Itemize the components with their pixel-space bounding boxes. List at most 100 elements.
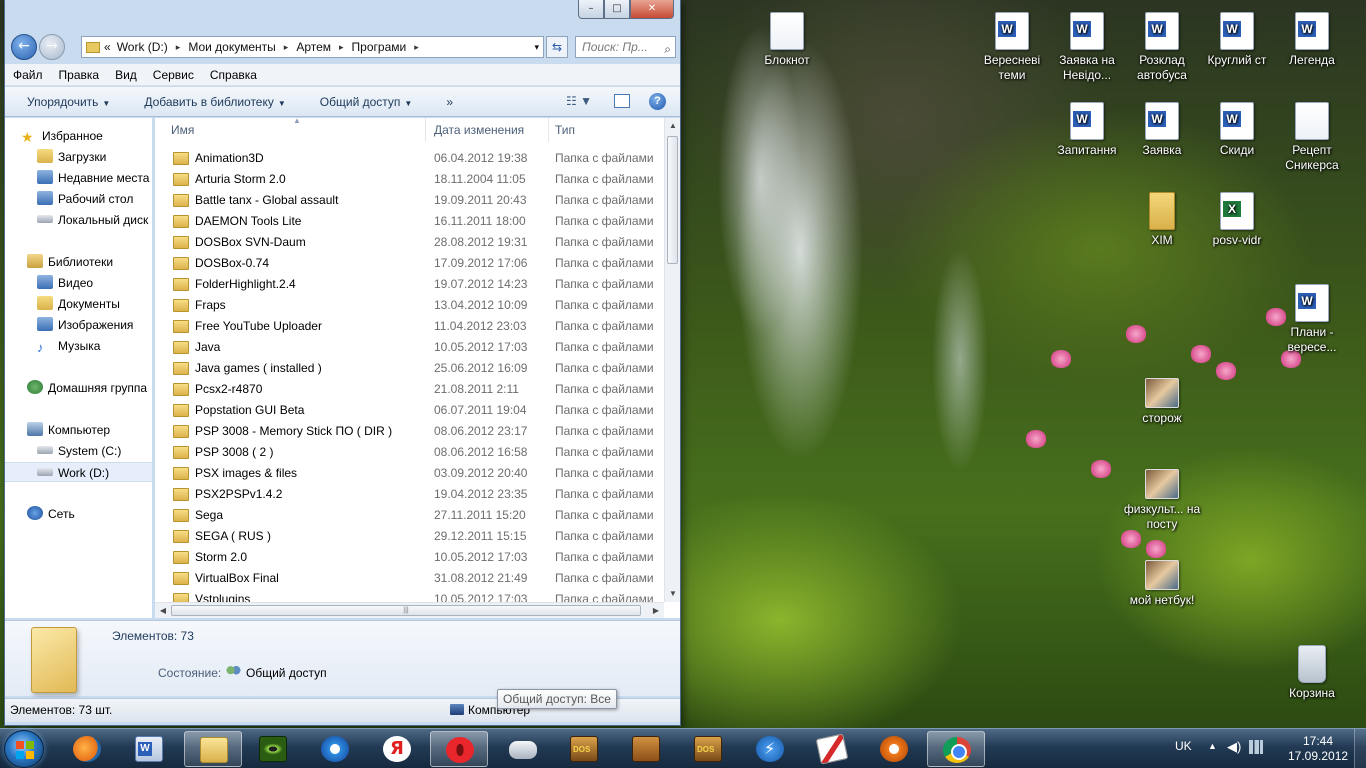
desktop-icon-photo[interactable]: сторож xyxy=(1123,378,1201,426)
file-row[interactable]: Arturia Storm 2.0 18.11.2004 11:05 Папка с… xyxy=(155,169,664,190)
breadcrumb-item[interactable]: Мои документы xyxy=(182,40,281,54)
forward-button[interactable]: → xyxy=(39,34,65,60)
show-desktop-button[interactable] xyxy=(1354,729,1366,768)
file-row[interactable]: PSP 3008 ( 2 ) 08.06.2012 16:58 Папка с фа… xyxy=(155,442,664,463)
back-button[interactable]: ← xyxy=(11,34,37,60)
desktop-icon-doc[interactable]: Заявка на Невідо... xyxy=(1048,12,1126,83)
desktop-icon-doc[interactable]: Легенда xyxy=(1273,12,1351,68)
file-row[interactable]: DAEMON Tools Lite 16.11.2011 18:00 Папка с… xyxy=(155,211,664,232)
nav-images[interactable]: Изображения xyxy=(5,315,152,335)
taskbar-button[interactable] xyxy=(184,731,242,767)
scroll-right-icon[interactable]: ▶ xyxy=(648,603,664,618)
nav-recent-places[interactable]: Недавние места xyxy=(5,168,152,188)
address-bar[interactable]: « Work (D:) ▸ Мои документы ▸ Артем ▸ Пр… xyxy=(81,36,544,58)
file-row[interactable]: Battle tanx - Global assault 19.09.2011 2… xyxy=(155,190,664,211)
scrollbar-thumb[interactable]: ||| xyxy=(171,605,641,616)
nav-downloads[interactable]: Загрузки xyxy=(5,147,152,167)
breadcrumb-item[interactable]: Програми xyxy=(346,40,413,54)
file-row[interactable]: Storm 2.0 10.05.2012 17:03 Папка с файлами xyxy=(155,547,664,568)
taskbar-button[interactable] xyxy=(368,731,426,767)
nav-homegroup[interactable]: Домашняя группа xyxy=(5,378,152,398)
nav-desktop[interactable]: Рабочий стол xyxy=(5,189,152,209)
help-button[interactable]: ? xyxy=(649,93,666,110)
volume-icon[interactable]: ◀) xyxy=(1227,739,1241,755)
file-row[interactable]: Free YouTube Uploader 11.04.2012 23:03 Пап… xyxy=(155,316,664,337)
change-view-button[interactable]: ☷ ▼ xyxy=(566,94,592,108)
taskbar-button[interactable] xyxy=(803,731,861,767)
desktop-icon-doc[interactable]: Вересневі теми xyxy=(973,12,1051,83)
desktop-icon-photo[interactable]: физкульт... на посту xyxy=(1123,469,1201,532)
network-status-icon[interactable] xyxy=(1249,740,1263,754)
file-row[interactable]: FolderHighlight.2.4 19.07.2012 14:23 Папка… xyxy=(155,274,664,295)
search-input[interactable]: Поиск: Пр... ⌕ xyxy=(575,36,676,58)
desktop-icon-spreadsheet[interactable]: posv-vidr xyxy=(1198,192,1276,248)
scroll-down-icon[interactable]: ▼ xyxy=(665,586,680,602)
horizontal-scrollbar[interactable]: ◀ ||| ▶ xyxy=(155,602,664,618)
show-hidden-icons-icon[interactable]: ▲ xyxy=(1208,741,1217,751)
taskbar-button[interactable] xyxy=(927,731,985,767)
column-header-type[interactable]: Тип xyxy=(555,123,575,137)
language-indicator[interactable]: UK xyxy=(1175,739,1192,753)
desktop-icon-text[interactable]: Рецепт Сникерса xyxy=(1273,102,1351,173)
taskbar-button[interactable] xyxy=(120,731,178,767)
desktop-icon-doc[interactable]: Скиди xyxy=(1198,102,1276,158)
taskbar-button[interactable] xyxy=(555,731,613,767)
organize-button[interactable]: Упорядочить ▼ xyxy=(15,95,122,109)
vertical-scrollbar[interactable]: ▲ ▼ xyxy=(664,118,680,602)
nav-libraries[interactable]: Библиотеки xyxy=(5,252,152,272)
menu-edit[interactable]: Правка xyxy=(51,68,108,82)
breadcrumb-overflow[interactable]: « xyxy=(104,40,111,54)
desktop-icon-notepad[interactable]: Блокнот xyxy=(748,12,826,68)
breadcrumb-item[interactable]: Work (D:) xyxy=(111,40,174,54)
menu-view[interactable]: Вид xyxy=(107,68,145,82)
preview-pane-button[interactable] xyxy=(614,94,630,108)
search-icon[interactable]: ⌕ xyxy=(664,39,671,59)
taskbar-button[interactable] xyxy=(865,731,923,767)
file-row[interactable]: PSX images & files 03.09.2012 20:40 Папка … xyxy=(155,463,664,484)
start-button[interactable] xyxy=(4,730,44,768)
scroll-up-icon[interactable]: ▲ xyxy=(665,118,680,134)
file-row[interactable]: SEGA ( RUS ) 29.12.2011 15:15 Папка с файл… xyxy=(155,526,664,547)
desktop-icon-doc[interactable]: Розклад автобуса xyxy=(1123,12,1201,83)
taskbar-button[interactable] xyxy=(679,731,737,767)
taskbar-button[interactable] xyxy=(494,731,552,767)
taskbar-button[interactable] xyxy=(58,731,116,767)
breadcrumb-separator-icon[interactable]: ▸ xyxy=(174,42,183,53)
nav-drive-d[interactable]: Work (D:) xyxy=(5,462,152,482)
desktop-icon-photo[interactable]: мой нетбук! xyxy=(1123,560,1201,608)
nav-network[interactable]: Сеть xyxy=(5,504,152,524)
taskbar-button[interactable] xyxy=(617,731,675,767)
file-row[interactable]: Pcsx2-r4870 21.08.2011 2:11 Папка с файлам… xyxy=(155,379,664,400)
desktop-icon-doc[interactable]: Заявка xyxy=(1123,102,1201,158)
scroll-left-icon[interactable]: ◀ xyxy=(155,603,171,618)
file-row[interactable]: Popstation GUI Beta 06.07.2011 19:04 Папка… xyxy=(155,400,664,421)
nav-computer[interactable]: Компьютер xyxy=(5,420,152,440)
file-row[interactable]: Animation3D 06.04.2012 19:38 Папка с файла… xyxy=(155,148,664,169)
refresh-button[interactable]: ⇆ xyxy=(546,36,568,58)
file-row[interactable]: DOSBox-0.74 17.09.2012 17:06 Папка с файла… xyxy=(155,253,664,274)
file-row[interactable]: Java 10.05.2012 17:03 Папка с файлами xyxy=(155,337,664,358)
menu-file[interactable]: Файл xyxy=(5,68,51,82)
taskbar-button[interactable] xyxy=(741,731,799,767)
nav-documents[interactable]: Документы xyxy=(5,294,152,314)
more-commands-button[interactable]: » xyxy=(434,95,465,109)
desktop-icon-doc[interactable]: Круглий ст xyxy=(1198,12,1276,68)
desktop-icon-recycle-bin[interactable]: Корзина xyxy=(1273,645,1351,701)
taskbar-button[interactable] xyxy=(430,731,488,767)
clock[interactable]: 17:44 17.09.2012 xyxy=(1288,734,1348,764)
column-header-name[interactable]: Имя xyxy=(171,123,194,137)
close-button[interactable]: ✕ xyxy=(630,0,674,19)
menu-help[interactable]: Справка xyxy=(202,68,265,82)
nav-music[interactable]: ♪ Музыка xyxy=(5,336,152,356)
taskbar-button[interactable] xyxy=(306,731,364,767)
file-row[interactable]: PSP 3008 - Memory Stick ПО ( DIR ) 08.06.… xyxy=(155,421,664,442)
nav-video[interactable]: Видео xyxy=(5,273,152,293)
column-header-date[interactable]: Дата изменения xyxy=(434,123,524,137)
file-row[interactable]: DOSBox SVN-Daum 28.08.2012 19:31 Папка с ф… xyxy=(155,232,664,253)
file-row[interactable]: VirtualBox Final 31.08.2012 21:49 Папка с … xyxy=(155,568,664,589)
share-button[interactable]: Общий доступ ▼ xyxy=(308,95,425,109)
file-row[interactable]: Fraps 13.04.2012 10:09 Папка с файлами xyxy=(155,295,664,316)
desktop-icon-doc[interactable]: Запитання xyxy=(1048,102,1126,158)
taskbar-button[interactable] xyxy=(244,731,302,767)
column-divider[interactable] xyxy=(548,118,549,142)
